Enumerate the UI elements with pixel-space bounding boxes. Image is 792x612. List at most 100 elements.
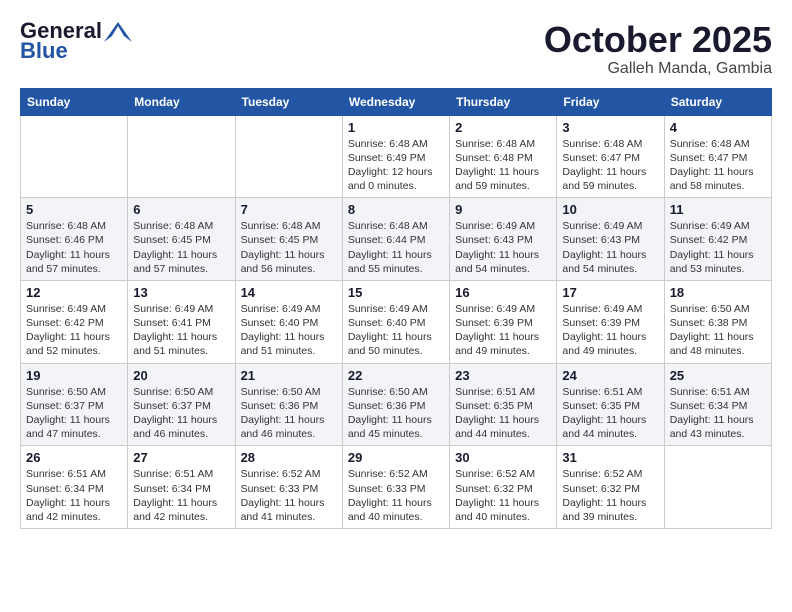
day-number: 25 — [670, 368, 766, 383]
calendar-cell: 5 Sunrise: 6:48 AMSunset: 6:46 PMDaylight… — [21, 198, 128, 281]
day-info: Sunrise: 6:50 AMSunset: 6:38 PMDaylight:… — [670, 302, 766, 359]
day-info: Sunrise: 6:50 AMSunset: 6:37 PMDaylight:… — [133, 385, 229, 442]
logo-blue-text: Blue — [20, 40, 68, 62]
calendar-cell: 19 Sunrise: 6:50 AMSunset: 6:37 PMDayligh… — [21, 363, 128, 446]
day-number: 27 — [133, 450, 229, 465]
calendar-cell: 18 Sunrise: 6:50 AMSunset: 6:38 PMDayligh… — [664, 280, 771, 363]
calendar-week-row: 26 Sunrise: 6:51 AMSunset: 6:34 PMDayligh… — [21, 446, 772, 529]
day-info: Sunrise: 6:48 AMSunset: 6:49 PMDaylight:… — [348, 137, 444, 194]
weekday-header: Thursday — [450, 88, 557, 115]
day-number: 4 — [670, 120, 766, 135]
day-info: Sunrise: 6:48 AMSunset: 6:45 PMDaylight:… — [241, 219, 337, 276]
day-number: 1 — [348, 120, 444, 135]
day-info: Sunrise: 6:49 AMSunset: 6:42 PMDaylight:… — [26, 302, 122, 359]
day-number: 3 — [562, 120, 658, 135]
day-number: 30 — [455, 450, 551, 465]
day-info: Sunrise: 6:51 AMSunset: 6:34 PMDaylight:… — [670, 385, 766, 442]
weekday-header-row: SundayMondayTuesdayWednesdayThursdayFrid… — [21, 88, 772, 115]
day-info: Sunrise: 6:51 AMSunset: 6:35 PMDaylight:… — [562, 385, 658, 442]
calendar-week-row: 12Sunrise: 6:49 AMSunset: 6:42 PMDayligh… — [21, 280, 772, 363]
day-info: Sunrise: 6:48 AMSunset: 6:44 PMDaylight:… — [348, 219, 444, 276]
calendar-cell: 14Sunrise: 6:49 AMSunset: 6:40 PMDayligh… — [235, 280, 342, 363]
day-info: Sunrise: 6:51 AMSunset: 6:35 PMDaylight:… — [455, 385, 551, 442]
calendar-cell — [235, 115, 342, 198]
location-title: Galleh Manda, Gambia — [544, 60, 772, 78]
day-info: Sunrise: 6:52 AMSunset: 6:33 PMDaylight:… — [348, 467, 444, 524]
calendar-table: SundayMondayTuesdayWednesdayThursdayFrid… — [20, 88, 772, 529]
day-number: 31 — [562, 450, 658, 465]
day-info: Sunrise: 6:52 AMSunset: 6:32 PMDaylight:… — [562, 467, 658, 524]
calendar-cell: 23Sunrise: 6:51 AMSunset: 6:35 PMDayligh… — [450, 363, 557, 446]
day-number: 20 — [133, 368, 229, 383]
weekday-header: Monday — [128, 88, 235, 115]
day-number: 19 — [26, 368, 122, 383]
calendar-cell: 11 Sunrise: 6:49 AMSunset: 6:42 PMDayligh… — [664, 198, 771, 281]
calendar-cell — [664, 446, 771, 529]
day-info: Sunrise: 6:49 AMSunset: 6:39 PMDaylight:… — [455, 302, 551, 359]
day-number: 28 — [241, 450, 337, 465]
day-info: Sunrise: 6:49 AMSunset: 6:43 PMDaylight:… — [455, 219, 551, 276]
calendar-cell: 8 Sunrise: 6:48 AMSunset: 6:44 PMDaylight… — [342, 198, 449, 281]
calendar-cell: 27Sunrise: 6:51 AMSunset: 6:34 PMDayligh… — [128, 446, 235, 529]
calendar-cell: 29 Sunrise: 6:52 AMSunset: 6:33 PMDayligh… — [342, 446, 449, 529]
day-number: 26 — [26, 450, 122, 465]
day-info: Sunrise: 6:48 AMSunset: 6:47 PMDaylight:… — [670, 137, 766, 194]
calendar-cell: 3Sunrise: 6:48 AMSunset: 6:47 PMDaylight… — [557, 115, 664, 198]
calendar-cell: 2Sunrise: 6:48 AMSunset: 6:48 PMDaylight… — [450, 115, 557, 198]
day-number: 22 — [348, 368, 444, 383]
calendar-cell: 20 Sunrise: 6:50 AMSunset: 6:37 PMDayligh… — [128, 363, 235, 446]
calendar-cell: 22Sunrise: 6:50 AMSunset: 6:36 PMDayligh… — [342, 363, 449, 446]
day-number: 29 — [348, 450, 444, 465]
day-info: Sunrise: 6:50 AMSunset: 6:36 PMDaylight:… — [241, 385, 337, 442]
calendar-cell: 26 Sunrise: 6:51 AMSunset: 6:34 PMDayligh… — [21, 446, 128, 529]
day-number: 10 — [562, 202, 658, 217]
day-number: 9 — [455, 202, 551, 217]
day-info: Sunrise: 6:48 AMSunset: 6:45 PMDaylight:… — [133, 219, 229, 276]
day-info: Sunrise: 6:49 AMSunset: 6:39 PMDaylight:… — [562, 302, 658, 359]
logo: General Blue — [20, 20, 132, 62]
weekday-header: Tuesday — [235, 88, 342, 115]
calendar-cell — [21, 115, 128, 198]
day-info: Sunrise: 6:48 AMSunset: 6:48 PMDaylight:… — [455, 137, 551, 194]
day-number: 18 — [670, 285, 766, 300]
calendar-cell — [128, 115, 235, 198]
day-number: 13 — [133, 285, 229, 300]
calendar-week-row: 5 Sunrise: 6:48 AMSunset: 6:46 PMDaylight… — [21, 198, 772, 281]
title-block: October 2025 Galleh Manda, Gambia — [544, 20, 772, 78]
calendar-cell: 6 Sunrise: 6:48 AMSunset: 6:45 PMDaylight… — [128, 198, 235, 281]
logo-arrow-icon — [104, 22, 132, 42]
day-info: Sunrise: 6:49 AMSunset: 6:43 PMDaylight:… — [562, 219, 658, 276]
day-number: 8 — [348, 202, 444, 217]
day-info: Sunrise: 6:51 AMSunset: 6:34 PMDaylight:… — [26, 467, 122, 524]
day-info: Sunrise: 6:50 AMSunset: 6:37 PMDaylight:… — [26, 385, 122, 442]
calendar-cell: 7 Sunrise: 6:48 AMSunset: 6:45 PMDaylight… — [235, 198, 342, 281]
calendar-cell: 4 Sunrise: 6:48 AMSunset: 6:47 PMDaylight… — [664, 115, 771, 198]
calendar-cell: 24 Sunrise: 6:51 AMSunset: 6:35 PMDayligh… — [557, 363, 664, 446]
day-number: 16 — [455, 285, 551, 300]
day-number: 7 — [241, 202, 337, 217]
calendar-cell: 17Sunrise: 6:49 AMSunset: 6:39 PMDayligh… — [557, 280, 664, 363]
day-number: 15 — [348, 285, 444, 300]
day-info: Sunrise: 6:49 AMSunset: 6:40 PMDaylight:… — [241, 302, 337, 359]
calendar-cell: 31 Sunrise: 6:52 AMSunset: 6:32 PMDayligh… — [557, 446, 664, 529]
day-info: Sunrise: 6:52 AMSunset: 6:32 PMDaylight:… — [455, 467, 551, 524]
day-number: 21 — [241, 368, 337, 383]
day-info: Sunrise: 6:48 AMSunset: 6:46 PMDaylight:… — [26, 219, 122, 276]
month-title: October 2025 — [544, 20, 772, 60]
calendar-cell: 30 Sunrise: 6:52 AMSunset: 6:32 PMDayligh… — [450, 446, 557, 529]
weekday-header: Saturday — [664, 88, 771, 115]
calendar-cell: 9 Sunrise: 6:49 AMSunset: 6:43 PMDaylight… — [450, 198, 557, 281]
day-number: 5 — [26, 202, 122, 217]
calendar-cell: 21 Sunrise: 6:50 AMSunset: 6:36 PMDayligh… — [235, 363, 342, 446]
day-info: Sunrise: 6:49 AMSunset: 6:40 PMDaylight:… — [348, 302, 444, 359]
page-header: General Blue October 2025 Galleh Manda, … — [20, 20, 772, 78]
day-number: 24 — [562, 368, 658, 383]
calendar-cell: 12Sunrise: 6:49 AMSunset: 6:42 PMDayligh… — [21, 280, 128, 363]
weekday-header: Sunday — [21, 88, 128, 115]
day-info: Sunrise: 6:49 AMSunset: 6:42 PMDaylight:… — [670, 219, 766, 276]
day-info: Sunrise: 6:49 AMSunset: 6:41 PMDaylight:… — [133, 302, 229, 359]
day-number: 11 — [670, 202, 766, 217]
calendar-cell: 1 Sunrise: 6:48 AMSunset: 6:49 PMDaylight… — [342, 115, 449, 198]
day-number: 6 — [133, 202, 229, 217]
weekday-header: Friday — [557, 88, 664, 115]
